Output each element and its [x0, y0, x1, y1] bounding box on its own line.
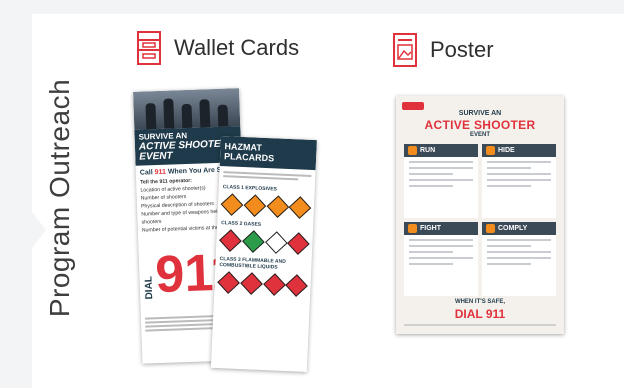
- hazmat-title: HAZMAT PLACARDS: [219, 136, 317, 171]
- section-title: Program Outreach: [44, 78, 75, 318]
- poster-label: Poster: [430, 37, 494, 62]
- class-1-placards: [217, 190, 314, 222]
- wallet-card-back: HAZMAT PLACARDS CLASS 1 EXPLOSIVES CLASS…: [210, 136, 317, 372]
- card-photo: [133, 88, 241, 130]
- poster-image[interactable]: SURVIVE AN ACTIVE SHOOTER EVENT RUN HIDE…: [396, 96, 564, 334]
- poster-footer-main: DIAL 911: [454, 307, 506, 321]
- poster-box-hide: HIDE: [482, 144, 556, 218]
- class-3-placards: [214, 268, 311, 300]
- poster-logo: [402, 102, 424, 110]
- poster-box-fight: FIGHT: [404, 222, 478, 296]
- poster-fine-print: [404, 324, 556, 326]
- poster-link[interactable]: Poster: [392, 32, 494, 68]
- poster-title-bottom: EVENT: [469, 132, 490, 138]
- wallet-cards-link[interactable]: Wallet Cards: [136, 30, 299, 66]
- poster-title-main: ACTIVE SHOOTER: [424, 118, 536, 132]
- poster-grid: RUN HIDE FIGHT COMPLY: [404, 144, 556, 300]
- poster-box-run: RUN: [404, 144, 478, 218]
- poster-footer-top: WHEN IT'S SAFE,: [454, 299, 506, 305]
- wallet-cards-image[interactable]: SURVIVE AN ACTIVE SHOOTER EVENT Call 911…: [133, 88, 345, 372]
- wallet-cards-label: Wallet Cards: [174, 35, 300, 60]
- poster-box-comply: COMPLY: [482, 222, 556, 296]
- class-2-placards: [216, 226, 313, 258]
- poster-icon: [393, 33, 417, 67]
- poster-title-top: SURVIVE AN: [458, 110, 502, 117]
- wallet-card-icon: [137, 31, 161, 65]
